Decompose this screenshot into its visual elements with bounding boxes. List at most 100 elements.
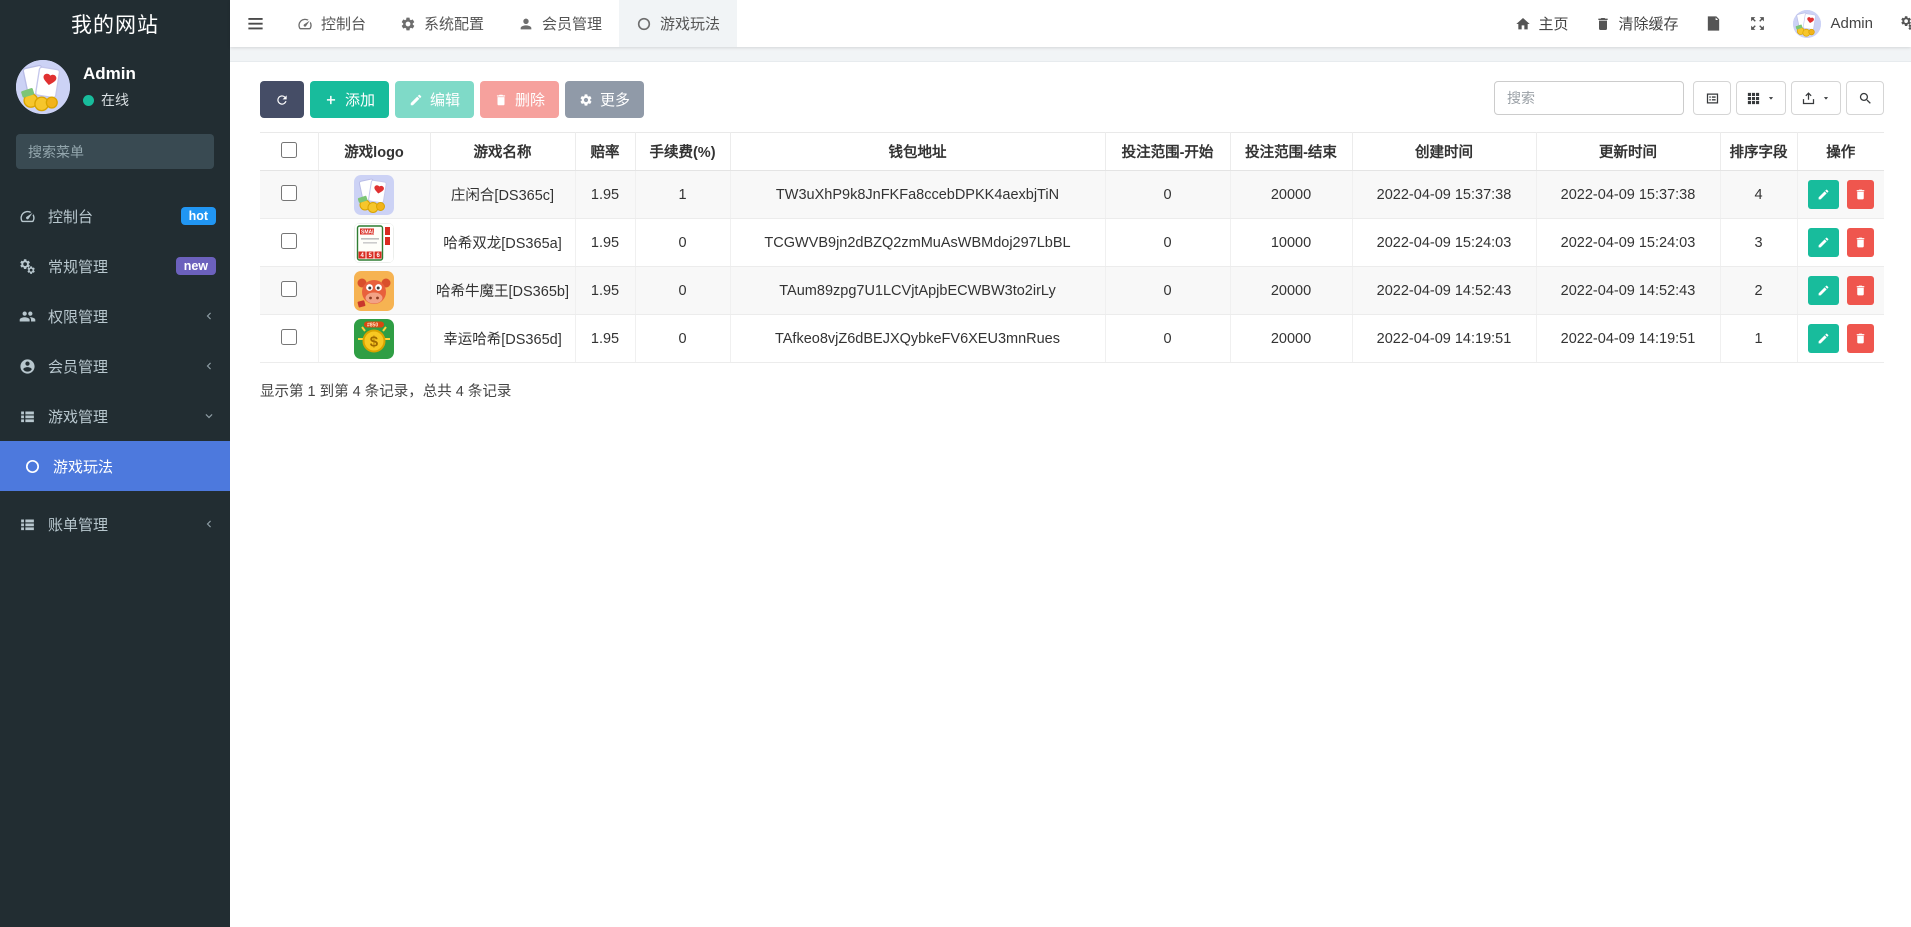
sidebar-item-game-rules[interactable]: 游戏玩法 — [0, 441, 230, 491]
cell-created: 2022-04-09 15:37:38 — [1352, 170, 1537, 219]
cell-actions — [1797, 170, 1884, 219]
top-navbar: 控制台 系统配置 会员管理 游戏玩法 主页 清除缓存 Admin — [230, 0, 1911, 47]
games-table: 游戏logo 游戏名称 赔率 手续费(%) 钱包地址 投注范围-开始 投注范围-… — [260, 132, 1884, 363]
search-toggle-button[interactable] — [1846, 81, 1884, 115]
fullscreen-button[interactable] — [1749, 15, 1766, 32]
language-icon — [1705, 15, 1722, 32]
cell-updated: 2022-04-09 14:52:43 — [1536, 266, 1721, 315]
cell-bet-start: 0 — [1105, 170, 1231, 219]
cell-bet-start: 0 — [1105, 266, 1231, 315]
new-badge: new — [175, 256, 216, 276]
cell-fee: 0 — [635, 266, 731, 315]
lucky-coin-game-logo — [354, 319, 394, 359]
dashboard-icon — [19, 208, 36, 225]
edit-button[interactable]: 编辑 — [395, 81, 475, 118]
sidebar-item-members[interactable]: 会员管理 — [0, 341, 230, 391]
sidebar-toggle-button[interactable] — [230, 0, 280, 47]
row-checkbox[interactable] — [280, 328, 297, 345]
cell-bet-start: 0 — [1105, 218, 1231, 267]
users-icon — [19, 308, 36, 325]
export-dropdown-button[interactable] — [1791, 81, 1841, 115]
sidebar-item-billing[interactable]: 账单管理 — [0, 499, 230, 549]
sidebar-item-label: 账单管理 — [48, 516, 109, 534]
sidebar-item-games[interactable]: 游戏管理 — [0, 391, 230, 441]
home-link[interactable]: 主页 — [1515, 13, 1568, 34]
cell-sort: 4 — [1720, 170, 1798, 219]
tab-system-config[interactable]: 系统配置 — [383, 0, 501, 47]
tab-console[interactable]: 控制台 — [280, 0, 383, 47]
row-checkbox[interactable] — [280, 184, 297, 201]
row-delete-button[interactable] — [1846, 324, 1874, 353]
columns-dropdown-button[interactable] — [1736, 81, 1786, 115]
toolbar-buttons: 添加 编辑 删除 更多 — [260, 81, 645, 118]
table-search-input[interactable] — [1494, 81, 1684, 115]
circle-icon — [24, 458, 41, 475]
user-menu[interactable]: Admin — [1793, 9, 1873, 38]
cell-bet-end: 20000 — [1230, 266, 1353, 315]
cell-fee: 1 — [635, 170, 731, 219]
select-all-checkbox[interactable] — [280, 141, 297, 158]
cell-created: 2022-04-09 15:24:03 — [1352, 218, 1537, 267]
row-checkbox[interactable] — [280, 232, 297, 249]
sidebar-menu: 控制台 hot 常规管理 new 权限管理 会员管理 游戏管理 游戏玩法 账单管… — [0, 191, 230, 549]
delete-button[interactable]: 删除 — [480, 81, 560, 118]
cell-game-name: 哈希牛魔王[DS365b] — [430, 266, 576, 315]
row-checkbox[interactable] — [280, 280, 297, 297]
row-edit-button[interactable] — [1807, 324, 1839, 353]
plus-icon — [324, 93, 338, 107]
cell-actions — [1797, 314, 1884, 363]
language-button[interactable] — [1705, 15, 1722, 32]
row-edit-button[interactable] — [1807, 276, 1839, 305]
gear-icon — [579, 93, 593, 107]
settings-button[interactable] — [1900, 15, 1911, 32]
menu-search-input[interactable] — [28, 143, 209, 160]
column-header: 赔率 — [575, 132, 636, 171]
clear-cache-link[interactable]: 清除缓存 — [1595, 13, 1678, 34]
cell-fee: 0 — [635, 314, 731, 363]
gears-icon — [19, 258, 36, 275]
user-name: Admin — [83, 64, 136, 83]
table-view-buttons — [1693, 81, 1884, 115]
tab-game-rules[interactable]: 游戏玩法 — [619, 0, 738, 47]
column-header: 创建时间 — [1352, 132, 1537, 171]
cell-bet-end: 20000 — [1230, 170, 1353, 219]
row-delete-button[interactable] — [1846, 276, 1874, 305]
row-edit-button[interactable] — [1807, 180, 1839, 209]
trash-icon — [1854, 284, 1867, 297]
sidebar-item-label: 游戏玩法 — [53, 458, 114, 476]
delete-label: 删除 — [515, 92, 546, 109]
refresh-button[interactable] — [260, 81, 304, 118]
add-button[interactable]: 添加 — [310, 81, 390, 118]
more-button[interactable]: 更多 — [565, 81, 645, 118]
table-row: 哈希牛魔王[DS365b] 1.95 0 TAum89zpg7U1LCVjtAp… — [260, 266, 1884, 315]
row-delete-button[interactable] — [1846, 228, 1874, 257]
column-header: 投注范围-结束 — [1230, 132, 1353, 171]
content-gap-band — [230, 47, 1911, 62]
username-label: Admin — [1830, 15, 1873, 32]
cell-wallet: TAum89zpg7U1LCVjtApjbECWBW3to2irLy — [730, 266, 1106, 315]
cards-game-logo — [354, 175, 394, 215]
sidebar-item-console[interactable]: 控制台 hot — [0, 191, 230, 241]
bull-game-logo — [354, 271, 394, 311]
navbar-tabs: 控制台 系统配置 会员管理 游戏玩法 — [230, 0, 738, 47]
sidebar-item-label: 会员管理 — [48, 358, 109, 376]
tab-members[interactable]: 会员管理 — [501, 0, 619, 47]
caret-down-icon — [1821, 93, 1831, 103]
sidebar-item-general[interactable]: 常规管理 new — [0, 241, 230, 291]
row-delete-button[interactable] — [1846, 180, 1874, 209]
paging-toggle-button[interactable] — [1693, 81, 1731, 115]
column-header: 手续费(%) — [635, 132, 731, 171]
sidebar-item-permissions[interactable]: 权限管理 — [0, 291, 230, 341]
edit-label: 编辑 — [430, 92, 461, 109]
cell-game-name: 幸运哈希[DS365d] — [430, 314, 576, 363]
header-checkbox-cell — [260, 132, 319, 171]
cell-updated: 2022-04-09 15:37:38 — [1536, 170, 1721, 219]
column-header: 更新时间 — [1536, 132, 1721, 171]
chevron-left-icon — [202, 517, 216, 531]
tab-label: 控制台 — [321, 16, 367, 33]
main-area: 控制台 系统配置 会员管理 游戏玩法 主页 清除缓存 Admin 添加 编辑 删… — [230, 0, 1911, 927]
cell-actions — [1797, 266, 1884, 315]
cell-wallet: TCGWVB9jn2dBZQ2zmMuAsWBMdoj297LbBL — [730, 218, 1106, 267]
row-edit-button[interactable] — [1807, 228, 1839, 257]
sidebar-item-label: 权限管理 — [48, 308, 109, 326]
